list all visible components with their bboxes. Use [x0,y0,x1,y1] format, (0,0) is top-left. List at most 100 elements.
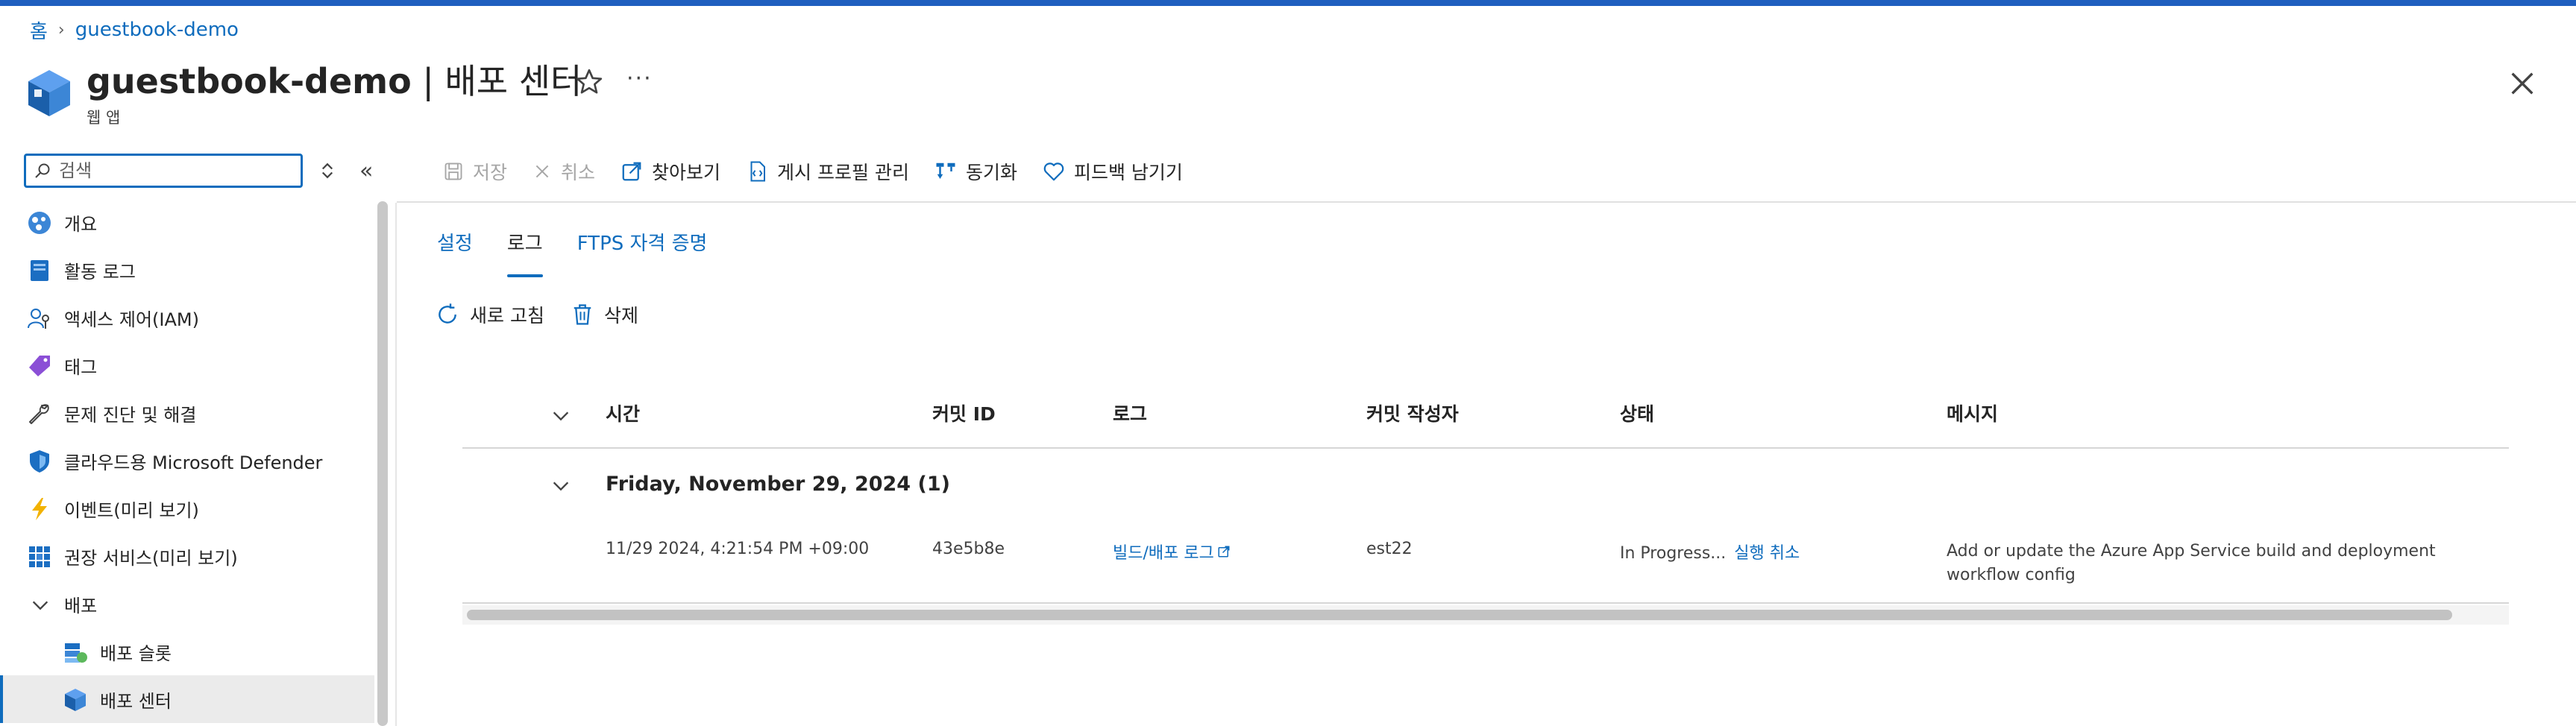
sidebar-group-deployment[interactable]: 배포 [0,580,374,628]
close-icon[interactable] [2507,69,2537,98]
sidebar-item-label: 문제 진단 및 해결 [64,404,197,426]
column-header-message[interactable]: 메시지 [1947,400,1998,429]
column-header-commit-id[interactable]: 커밋 ID [932,400,996,429]
resource-type: 웹 앱 [87,109,121,127]
cell-time: 11/29 2024, 4:21:54 PM +09:00 [606,540,870,558]
sidebar-item-label: 태그 [64,356,98,378]
external-link-icon [1218,546,1230,558]
search-input[interactable] [59,159,295,183]
feedback-label: 피드백 남기기 [1073,162,1183,183]
column-header-log[interactable]: 로그 [1113,400,1147,429]
deployment-slots-icon [65,643,87,663]
sidebar-item-tags[interactable]: 태그 [0,341,374,389]
search-icon [35,163,50,178]
feedback-button[interactable]: 피드백 남기기 [1043,158,1183,185]
tab-settings[interactable]: 설정 [437,228,473,277]
column-header-time[interactable]: 시간 [606,400,640,429]
sort-icon[interactable] [316,160,339,182]
cell-message: Add or update the Azure App Service buil… [1947,542,2436,584]
grid-icon [29,546,50,567]
page-name: | 배포 센터 [422,61,582,101]
external-link-icon [622,162,641,181]
save-icon [444,162,462,180]
sync-label: 동기화 [965,162,1017,183]
breadcrumb-separator-icon: › [57,20,65,40]
sidebar-item-defender[interactable]: 클라우드용 Microsoft Defender [0,437,374,484]
activity-log-icon [31,260,48,281]
collapse-sidebar-icon[interactable]: « [359,158,373,184]
close-icon [535,165,549,178]
sidebar-item-deployment-center[interactable]: 배포 센터 [0,675,374,723]
wrench-icon [29,404,49,424]
expand-all-chevron-icon[interactable] [550,405,571,426]
browse-button[interactable]: 찾아보기 [621,158,720,185]
more-options-icon[interactable]: ··· [626,66,653,92]
table-header-divider [462,447,2509,449]
tab-logs[interactable]: 로그 [506,228,543,277]
cancel-button[interactable]: 취소 [533,158,595,185]
browse-label: 찾아보기 [652,162,721,183]
tab-ftps-credentials[interactable]: FTPS 자격 증명 [577,228,708,277]
resource-name: guestbook-demo [87,61,412,101]
group-chevron-down-icon[interactable] [550,476,571,496]
publish-profile-icon [750,161,766,182]
shield-icon [30,450,49,473]
log-actions: 새로 고침 삭제 [436,301,665,328]
cell-commit-author: est22 [1366,540,1413,558]
sidebar-item-label: 배포 슬롯 [100,643,172,664]
web-app-cube-icon [28,70,70,116]
heart-icon [1043,162,1064,181]
sidebar-item-iam[interactable]: 액세스 제어(IAM) [0,294,374,341]
save-button[interactable]: 저장 [443,158,507,185]
sidebar-item-recommended-services[interactable]: 권장 서비스(미리 보기) [0,532,374,580]
refresh-label: 새로 고침 [470,305,544,326]
sidebar-item-events[interactable]: 이벤트(미리 보기) [0,484,374,532]
sync-button[interactable]: 동기화 [934,158,1017,185]
cancel-label: 취소 [561,162,596,183]
sidebar-item-activity-log[interactable]: 활동 로그 [0,246,374,294]
trash-icon [574,304,591,325]
breadcrumb: 홈 › guestbook-demo [30,16,239,43]
refresh-icon [439,303,456,323]
command-bar-divider [397,201,2576,203]
refresh-button[interactable]: 새로 고침 [436,301,544,328]
sidebar-item-label: 배포 센터 [100,690,172,712]
column-header-status[interactable]: 상태 [1620,400,1654,429]
delete-button[interactable]: 삭제 [571,301,638,328]
overview-icon [28,212,51,234]
breadcrumb-resource[interactable]: guestbook-demo [75,19,239,41]
column-header-commit-author[interactable]: 커밋 작성자 [1366,400,1459,429]
sidebar-item-label: 배포 [64,595,98,616]
sidebar-item-label: 활동 로그 [64,261,136,282]
breadcrumb-home[interactable]: 홈 [30,16,48,44]
sidebar-item-label: 권장 서비스(미리 보기) [64,547,238,569]
iam-icon [28,309,49,329]
sidebar-item-label: 클라우드용 Microsoft Defender [64,452,323,473]
sidebar-nav: 개요 활동 로그 액세스 제어(IAM) 태그 문제 진단 및 해결 클라우드용… [0,198,374,723]
cell-commit-id: 43e5b8e [932,540,1005,558]
command-bar: 저장 취소 찾아보기 게시 프로필 관리 동기화 피드백 남기기 [443,154,1208,189]
tag-icon [29,356,50,376]
deployment-center-icon [65,689,86,711]
favorite-star-icon[interactable] [574,67,604,97]
sidebar-item-diagnose[interactable]: 문제 진단 및 해결 [0,389,374,437]
chevron-down-icon [32,601,48,610]
cancel-run-link[interactable]: 실행 취소 [1734,544,1800,563]
sidebar-scrollbar[interactable] [377,201,388,726]
sidebar-item-deployment-slots[interactable]: 배포 슬롯 [0,628,374,675]
sync-icon [936,162,955,179]
save-label: 저장 [473,162,508,183]
status-text: In Progress... [1620,544,1727,563]
sidebar-search[interactable] [24,154,303,188]
build-deploy-log-link[interactable]: 빌드/배포 로그 [1113,540,1231,564]
manage-publish-profile-button[interactable]: 게시 프로필 관리 [746,158,909,185]
page-title: guestbook-demo | 배포 센터 [87,58,582,104]
pane-divider [395,203,397,726]
build-deploy-log-label: 빌드/배포 로그 [1113,544,1214,563]
delete-label: 삭제 [603,305,638,326]
horizontal-scrollbar-thumb[interactable] [467,610,2452,620]
cell-status: In Progress... 실행 취소 [1620,540,1800,564]
sidebar-item-overview[interactable]: 개요 [0,198,374,246]
group-header: Friday, November 29, 2024 (1) [606,473,950,496]
manage-publish-profile-label: 게시 프로필 관리 [777,162,909,183]
